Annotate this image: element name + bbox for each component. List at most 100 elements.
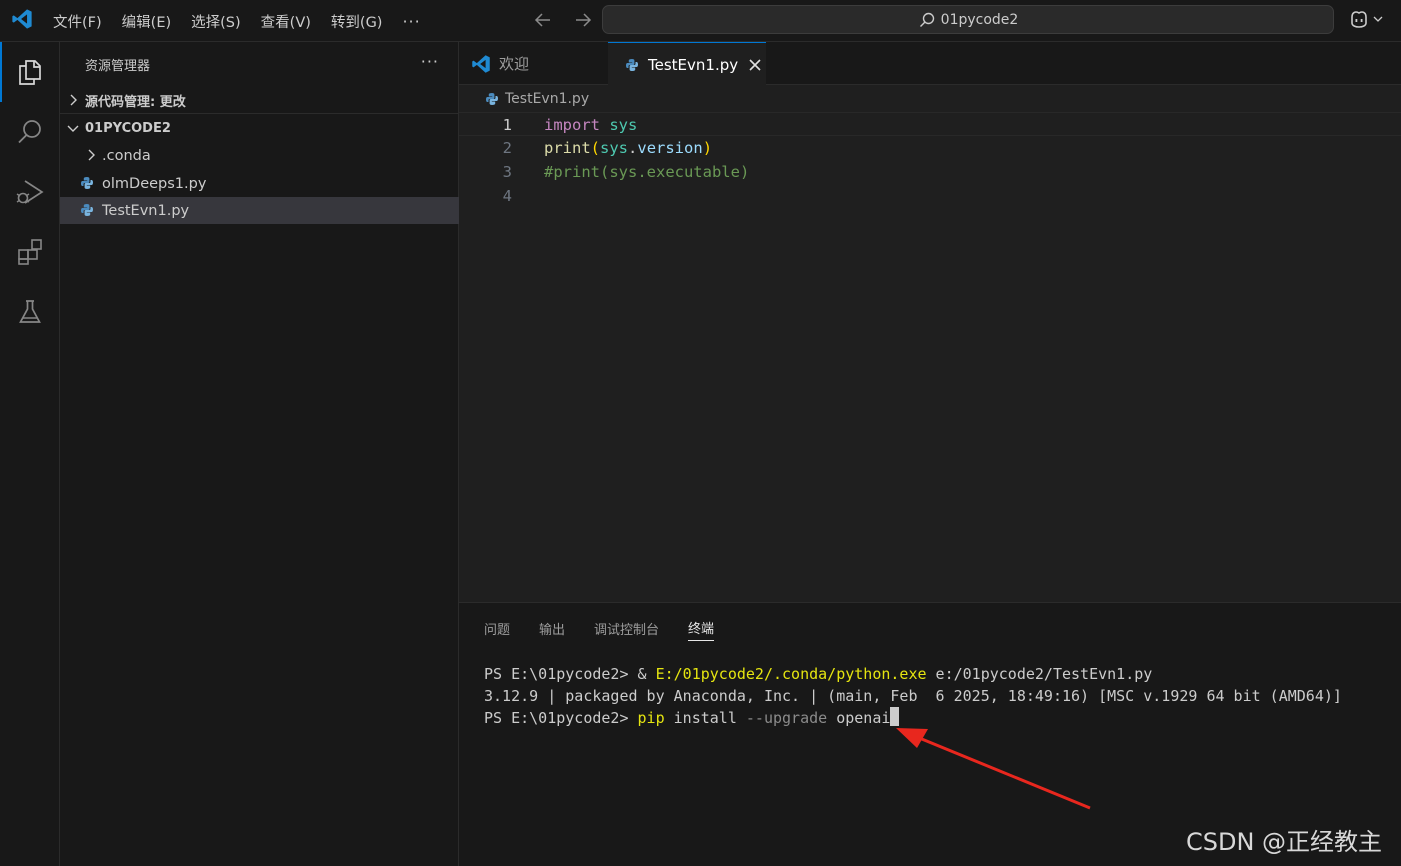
tab-output[interactable]: 输出 — [539, 615, 565, 641]
tree-item-label: TestEvn1.py — [102, 202, 190, 219]
terminal-package: openai — [827, 709, 891, 727]
python-file-icon — [625, 58, 639, 72]
testing-activity[interactable] — [0, 282, 60, 342]
tab-welcome[interactable]: 欢迎 — [459, 42, 607, 85]
vscode-icon — [471, 54, 491, 74]
editor-area: 欢迎 TestEvn1.py TestEvn1.py 1 import sys … — [459, 42, 1401, 602]
code-line: 2 print(sys.version) — [459, 136, 1401, 160]
terminal-command: pip — [637, 709, 665, 727]
search-icon — [918, 11, 936, 29]
menu-selection[interactable]: 选择(S) — [181, 11, 251, 32]
source-control-section[interactable]: 源代码管理: 更改 — [60, 86, 459, 114]
code-text: import sys — [544, 113, 637, 137]
back-arrow-icon[interactable] — [532, 9, 554, 31]
tab-testevn1[interactable]: TestEvn1.py — [608, 42, 766, 86]
run-debug-icon — [14, 176, 46, 208]
module-token: sys — [609, 116, 638, 134]
search-activity[interactable] — [0, 102, 60, 162]
tree-item-olmdeeps1[interactable]: olmDeeps1.py — [60, 170, 459, 197]
terminal-arg: e:/01pycode2/TestEvn1.py — [926, 665, 1153, 683]
explorer-header: 资源管理器 ··· — [60, 42, 459, 86]
code-text: print(sys.version) — [544, 136, 712, 160]
module-token: sys — [600, 139, 629, 157]
menu-go[interactable]: 转到(G) — [321, 11, 393, 32]
line-number: 3 — [502, 163, 512, 181]
code-line: 4 — [459, 184, 1401, 208]
chevron-right-icon — [66, 93, 80, 107]
line-number: 4 — [502, 187, 512, 205]
tab-problems[interactable]: 问题 — [484, 615, 510, 641]
forward-arrow-icon[interactable] — [572, 9, 594, 31]
python-file-icon — [80, 203, 94, 217]
dot-token: . — [628, 139, 638, 157]
paren-token: ) — [702, 139, 713, 157]
close-icon[interactable] — [748, 58, 762, 72]
paren-token: ( — [590, 139, 601, 157]
activity-bar — [0, 42, 60, 866]
explorer-more-button[interactable]: ··· — [421, 52, 439, 71]
breadcrumb[interactable]: TestEvn1.py — [459, 86, 1401, 112]
editor-tabs: 欢迎 TestEvn1.py — [459, 42, 1401, 86]
tab-debug-console[interactable]: 调试控制台 — [594, 615, 659, 641]
terminal-exe-path: E:/01pycode2/.conda/python.exe — [655, 665, 927, 683]
terminal-amp: & — [637, 665, 656, 683]
tree-item-conda[interactable]: .conda — [60, 142, 459, 169]
terminal-line: PS E:\01pycode2> pip install --upgrade o… — [484, 707, 1342, 729]
tree-item-label: olmDeeps1.py — [102, 175, 207, 192]
title-bar: 文件(F) 编辑(E) 选择(S) 查看(V) 转到(G) ··· 01pyco… — [0, 0, 1401, 42]
folder-section[interactable]: 01PYCODE2 — [60, 114, 459, 142]
watermark: CSDN @正经教主 — [1186, 828, 1383, 856]
copilot-button[interactable] — [1348, 8, 1384, 30]
chevron-right-icon — [84, 148, 98, 162]
tree-item-testevn1[interactable]: TestEvn1.py — [60, 197, 459, 224]
extensions-activity[interactable] — [0, 222, 60, 282]
explorer-activity[interactable] — [0, 42, 60, 102]
function-token: print — [544, 139, 591, 157]
chevron-down-icon — [66, 121, 80, 135]
copilot-icon — [1348, 8, 1370, 30]
terminal-line: 3.12.9 | packaged by Anaconda, Inc. | (m… — [484, 687, 1342, 705]
comment-token: #print(sys.executable) — [544, 163, 750, 181]
line-number: 2 — [502, 139, 512, 157]
tree-item-label: .conda — [102, 147, 151, 164]
files-icon — [15, 57, 45, 87]
chevron-down-icon — [1372, 13, 1384, 25]
menu-edit[interactable]: 编辑(E) — [112, 11, 181, 32]
terminal-line: PS E:\01pycode2> & E:/01pycode2/.conda/p… — [484, 663, 1342, 685]
folder-label: 01PYCODE2 — [85, 120, 171, 136]
tab-label: 欢迎 — [499, 55, 530, 73]
active-indicator — [0, 42, 2, 102]
terminal-install: install — [664, 709, 746, 727]
menu-view[interactable]: 查看(V) — [251, 11, 321, 32]
python-file-icon — [485, 92, 499, 106]
search-text: 01pycode2 — [940, 11, 1019, 28]
attribute-token: version — [637, 139, 703, 157]
terminal-cursor — [890, 707, 900, 726]
flask-icon — [15, 297, 45, 327]
panel-tabs: 问题 输出 调试控制台 终端 — [484, 615, 743, 641]
extensions-icon — [15, 237, 45, 267]
code-editor[interactable]: 1 import sys 2 print(sys.version) 3 #pri… — [459, 112, 1401, 208]
terminal-output[interactable]: PS E:\01pycode2> & E:/01pycode2/.conda/p… — [484, 663, 1342, 729]
breadcrumb-file: TestEvn1.py — [505, 91, 590, 107]
terminal-flag: --upgrade — [745, 709, 828, 727]
python-file-icon — [80, 176, 94, 190]
terminal-prompt: PS E:\01pycode2> — [484, 665, 638, 683]
run-debug-activity[interactable] — [0, 162, 60, 222]
tab-label: TestEvn1.py — [648, 55, 739, 74]
explorer-sidebar: 资源管理器 ··· 源代码管理: 更改 01PYCODE2 .conda olm… — [60, 42, 459, 866]
vscode-logo-icon — [11, 8, 33, 30]
command-center-search[interactable]: 01pycode2 — [602, 5, 1334, 34]
menu-more-button[interactable]: ··· — [392, 12, 430, 31]
terminal-prompt: PS E:\01pycode2> — [484, 709, 638, 727]
explorer-title: 资源管理器 — [85, 58, 151, 74]
code-line: 3 #print(sys.executable) — [459, 160, 1401, 184]
tab-terminal[interactable]: 终端 — [688, 615, 715, 641]
menu-bar: 文件(F) 编辑(E) 选择(S) 查看(V) 转到(G) ··· — [43, 0, 431, 42]
keyword-token: import — [544, 116, 600, 134]
code-line: 1 import sys — [459, 112, 1401, 136]
line-number: 1 — [502, 116, 512, 134]
menu-file[interactable]: 文件(F) — [43, 11, 112, 32]
search-icon — [15, 117, 45, 147]
navigation-arrows — [532, 9, 594, 31]
